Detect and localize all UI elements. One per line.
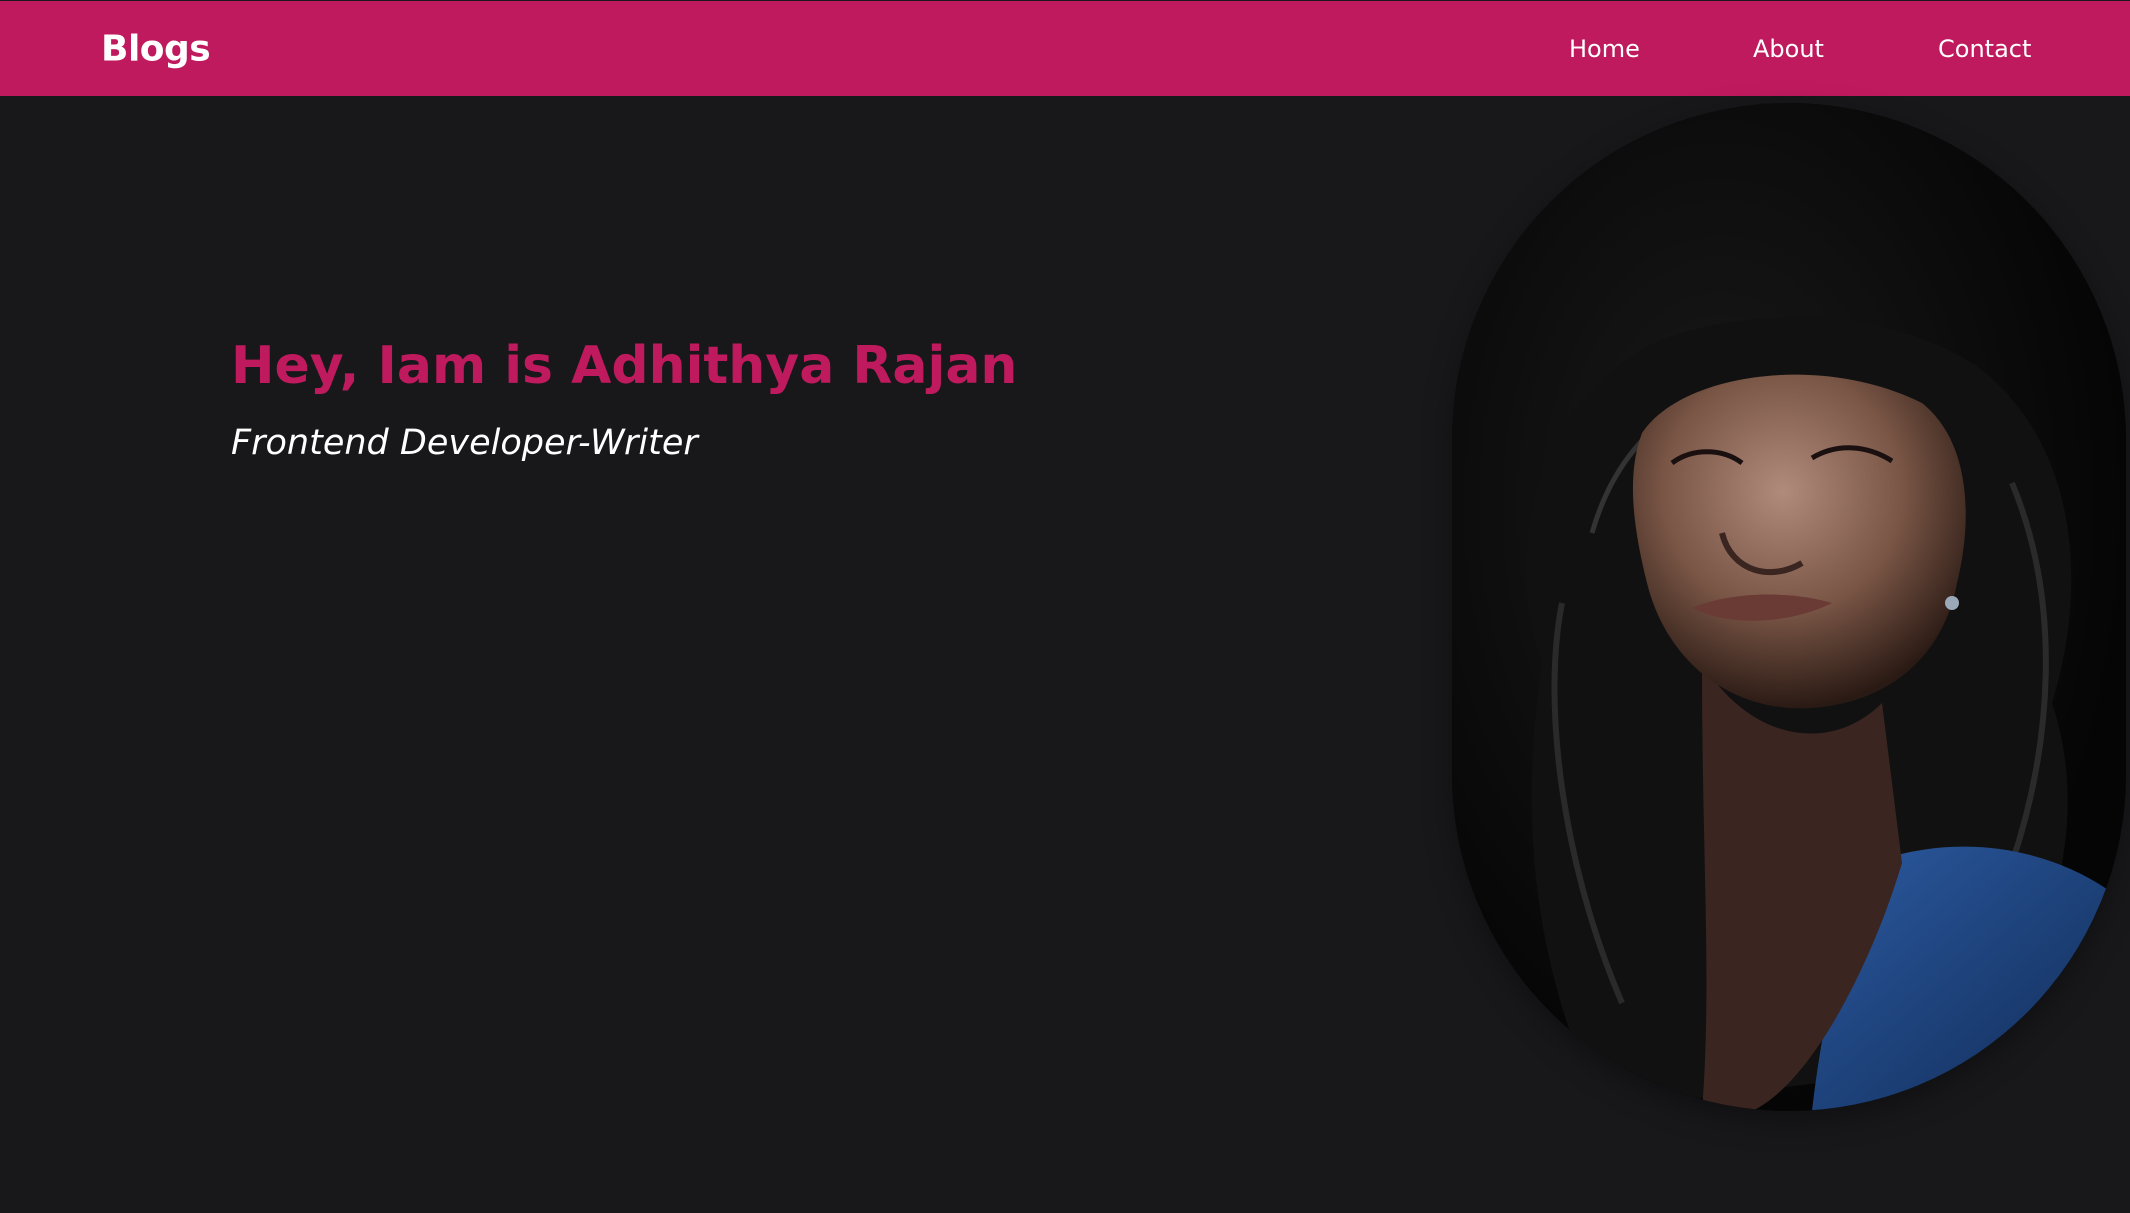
profile-photo	[1452, 103, 2126, 1111]
nav-link-home[interactable]: Home	[1569, 35, 1640, 63]
nav-link-contact[interactable]: Contact	[1938, 35, 2031, 63]
hero-subtitle: Frontend Developer-Writer	[231, 423, 698, 463]
top-navbar: Blogs Home About Contact	[0, 1, 2130, 96]
hero-heading: Hey, Iam is Adhithya Rajan	[231, 336, 1018, 396]
brand-logo[interactable]: Blogs	[101, 28, 211, 69]
nav-link-about[interactable]: About	[1753, 35, 1824, 63]
